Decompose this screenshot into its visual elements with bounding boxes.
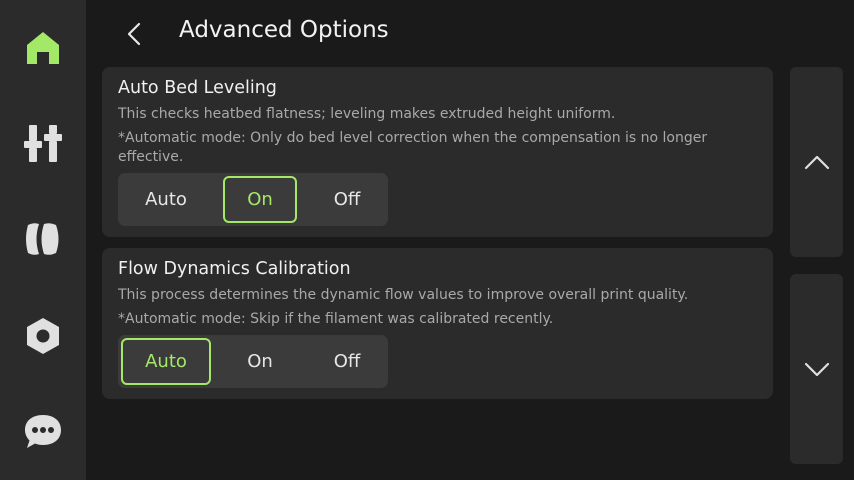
- flow-dynamics-on-option[interactable]: On: [223, 338, 297, 385]
- sidebar: [0, 0, 86, 480]
- nav-home-button[interactable]: [0, 18, 86, 78]
- filament-spool-icon: [26, 223, 59, 255]
- flow-dynamics-description: This process determines the dynamic flow…: [118, 287, 689, 303]
- flow-dynamics-auto-option[interactable]: Auto: [121, 338, 211, 385]
- auto-bed-leveling-description: This checks heatbed flatness; leveling m…: [118, 106, 616, 122]
- auto-bed-leveling-card: Auto Bed Leveling This checks heatbed fl…: [102, 67, 773, 237]
- auto-bed-leveling-auto-note: *Automatic mode: Only do bed level corre…: [118, 130, 708, 165]
- auto-bed-leveling-title: Auto Bed Leveling: [118, 78, 277, 98]
- sliders-icon: [24, 125, 62, 162]
- back-button[interactable]: [116, 14, 152, 54]
- chevron-left-icon: [127, 22, 141, 46]
- settings-nut-icon: [27, 318, 59, 354]
- flow-dynamics-auto-note: *Automatic mode: Skip if the filament wa…: [118, 311, 554, 327]
- page-title: Advanced Options: [179, 17, 389, 43]
- nav-controls-button[interactable]: [0, 113, 86, 173]
- auto-bed-leveling-selector: Auto On Off: [118, 173, 388, 226]
- nav-settings-button[interactable]: [0, 306, 86, 366]
- home-icon: [27, 32, 59, 64]
- scroll-down-button[interactable]: [790, 274, 843, 464]
- scroll-up-button[interactable]: [790, 67, 843, 257]
- chevron-down-icon: [804, 362, 829, 376]
- chat-bubble-icon: [25, 415, 61, 448]
- nav-messages-button[interactable]: [0, 402, 86, 462]
- flow-dynamics-selector: Auto On Off: [118, 335, 388, 388]
- chevron-up-icon: [804, 155, 829, 169]
- header: Advanced Options: [86, 0, 854, 66]
- flow-dynamics-off-option[interactable]: Off: [308, 338, 386, 385]
- nav-filament-button[interactable]: [0, 209, 86, 269]
- auto-bed-leveling-off-option[interactable]: Off: [308, 176, 386, 223]
- flow-dynamics-title: Flow Dynamics Calibration: [118, 259, 351, 279]
- auto-bed-leveling-auto-option[interactable]: Auto: [125, 176, 207, 223]
- auto-bed-leveling-on-option[interactable]: On: [223, 176, 297, 223]
- flow-dynamics-card: Flow Dynamics Calibration This process d…: [102, 248, 773, 399]
